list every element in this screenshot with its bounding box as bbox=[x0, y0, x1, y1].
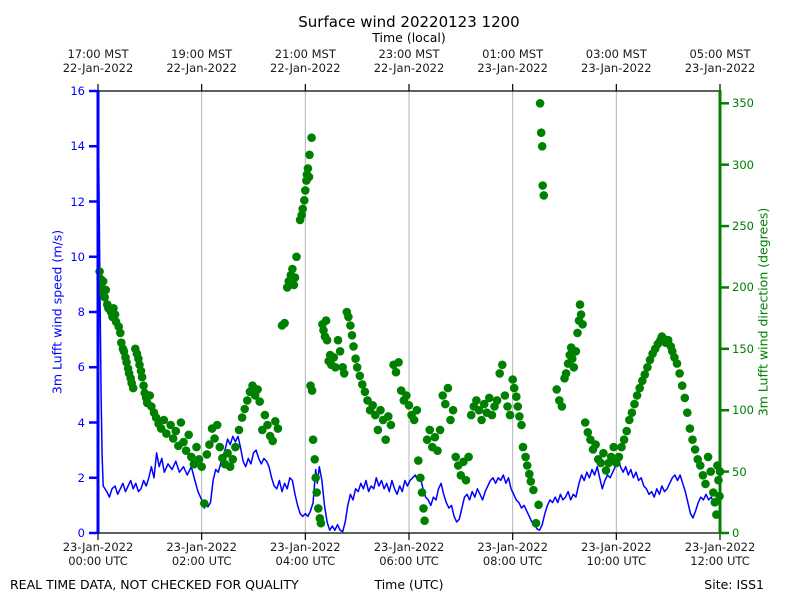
right-tick-label: 300 bbox=[732, 157, 754, 172]
right-tick-label: 100 bbox=[732, 403, 754, 418]
left-tick-label: 8 bbox=[77, 305, 85, 319]
top-tick-label: 17:00 MST 22-Jan-2022 bbox=[62, 47, 134, 75]
right-tick-label: 50 bbox=[732, 464, 747, 479]
top-tick-label: 23:00 MST 22-Jan-2022 bbox=[373, 47, 445, 75]
bottom-tick-label: 23-Jan-2022 10:00 UTC bbox=[581, 540, 652, 568]
bottom-tick-label: 23-Jan-2022 12:00 UTC bbox=[684, 540, 756, 568]
left-tick-label: 2 bbox=[77, 470, 85, 485]
left-tick-label: 6 bbox=[77, 360, 85, 375]
site-label: Site: ISS1 bbox=[704, 577, 764, 592]
top-tick-label: 19:00 MST 22-Jan-2022 bbox=[166, 47, 237, 75]
bottom-tick-label: 23-Jan-2022 02:00 UTC bbox=[166, 540, 237, 568]
left-tick-label: 4 bbox=[77, 415, 85, 430]
right-tick-label: 150 bbox=[732, 341, 754, 356]
right-tick-label: 250 bbox=[732, 219, 754, 234]
plot-area bbox=[89, 84, 729, 540]
bottom-tick-label: 23-Jan-2022 04:00 UTC bbox=[270, 540, 341, 568]
left-tick-label: 14 bbox=[70, 139, 85, 154]
bottom-tick-label: 23-Jan-2022 00:00 UTC bbox=[62, 540, 134, 568]
left-tick-label: 12 bbox=[70, 194, 85, 209]
bottom-axis-label: Time (UTC) bbox=[374, 577, 444, 592]
right-axis-label: 3m Lufft wind direction (degrees) bbox=[755, 207, 771, 417]
top-tick-label: 21:00 MST 22-Jan-2022 bbox=[270, 47, 341, 75]
left-tick-label: 16 bbox=[70, 84, 85, 98]
right-tick-label: 0 bbox=[732, 526, 740, 540]
bottom-tick-label: 23-Jan-2022 08:00 UTC bbox=[477, 540, 548, 568]
top-axis-label: Time (local) bbox=[372, 30, 446, 45]
bottom-tick-label: 23-Jan-2022 06:00 UTC bbox=[373, 540, 445, 568]
surface-wind-chart: Surface wind 20220123 1200 Time (local) … bbox=[0, 0, 800, 600]
right-tick-label: 350 bbox=[732, 96, 754, 111]
left-axis-label: 3m Lufft wind speed (m/s) bbox=[49, 229, 65, 395]
top-tick-label: 01:00 MST 23-Jan-2022 bbox=[477, 47, 548, 75]
chart-title: Surface wind 20220123 1200 bbox=[298, 13, 520, 31]
right-tick-label: 200 bbox=[732, 280, 754, 295]
top-tick-label: 03:00 MST 23-Jan-2022 bbox=[581, 47, 652, 75]
left-tick-label: 10 bbox=[70, 249, 85, 264]
left-tick-label: 0 bbox=[77, 526, 85, 540]
top-tick-label: 05:00 MST 23-Jan-2022 bbox=[684, 47, 756, 75]
